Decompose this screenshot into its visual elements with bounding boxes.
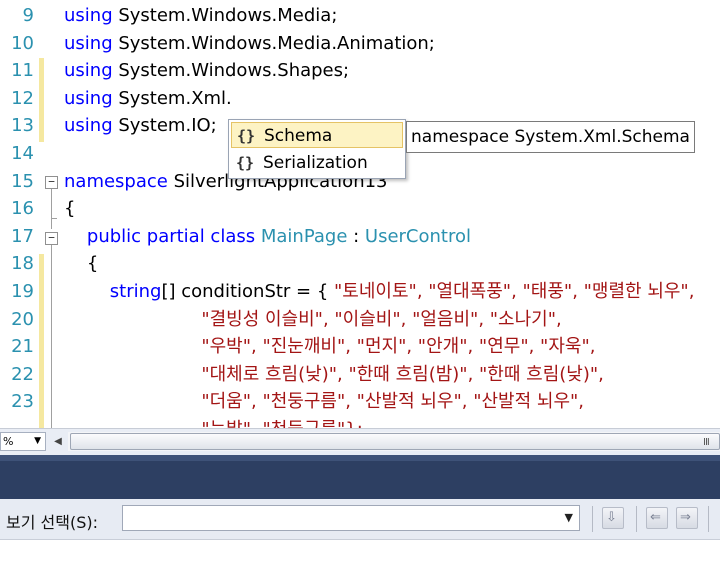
panel-divider[interactable] — [0, 455, 720, 461]
code-token: System.IO; — [112, 115, 217, 137]
code-line[interactable]: { — [64, 195, 75, 223]
scroll-left-icon[interactable]: ◀ — [52, 435, 64, 449]
horizontal-scrollbar-row: % ▼ ◀ III — [0, 428, 720, 455]
code-line[interactable]: { — [64, 250, 98, 278]
code-token: System.Xml. — [112, 87, 232, 109]
code-line[interactable]: using System.IO; — [64, 112, 217, 140]
line-number: 12 — [11, 87, 34, 109]
change-indicator — [39, 58, 44, 142]
line-number: 18 — [11, 253, 34, 275]
code-token: "눈발", "천둥구름"}; — [64, 419, 362, 428]
code-token: System.Windows.Shapes; — [112, 60, 350, 82]
completion-item-serialization[interactable]: {} Serialization — [231, 150, 403, 176]
zoom-dropdown[interactable]: % ▼ — [0, 432, 46, 451]
output-panel-header — [0, 455, 720, 499]
collapse-namespace-icon[interactable]: − — [45, 176, 58, 189]
chevron-down-icon: ▼ — [34, 436, 41, 446]
line-number: 14 — [11, 143, 34, 164]
code-token: "토네이토", "열대폭풍", "태풍", "맹렬한 뇌우", — [334, 281, 695, 302]
code-token: public partial class — [64, 225, 261, 247]
code-token: System.Windows.Media.Animation; — [112, 32, 435, 54]
completion-item-label: Schema — [264, 126, 333, 146]
code-editor[interactable]: − − 9 using System.Windows.Media; 10 using … — [0, 0, 720, 428]
completion-item-label: Serialization — [263, 153, 368, 173]
code-line[interactable]: "우박", "진눈깨비", "먼지", "안개", "연무", "자욱", — [64, 333, 595, 361]
line-number: 20 — [11, 308, 34, 330]
code-token: { — [64, 198, 76, 220]
code-line[interactable]: "더움", "천둥구름", "산발적 뇌우", "산발적 뇌우", — [64, 388, 584, 416]
code-token: using — [64, 87, 113, 109]
outline-guide — [51, 245, 52, 428]
intellisense-popup: {} Schema {} Serialization — [228, 119, 406, 179]
toolbar-separator — [636, 506, 637, 532]
arrow-right-icon: ⇒ — [680, 510, 691, 525]
go-previous-button[interactable]: ⇐ — [646, 507, 668, 529]
code-token: "결빙성 이슬비", "이슬비", "얼음비", "소나기", — [64, 308, 562, 330]
line-number: 11 — [11, 60, 34, 82]
line-number: 15 — [11, 170, 34, 192]
code-token: "우박", "진눈깨비", "먼지", "안개", "연무", "자욱", — [64, 336, 596, 358]
outline-guide — [51, 189, 52, 229]
zoom-value: % — [3, 435, 14, 448]
find-icon: ⇩ — [606, 510, 617, 525]
collapse-class-icon[interactable]: − — [45, 232, 58, 245]
code-token: "더움", "천둥구름", "산발적 뇌우", "산발적 뇌우", — [64, 391, 585, 413]
line-number: 21 — [11, 336, 34, 358]
code-token: using — [64, 60, 113, 82]
code-line[interactable]: using System.Windows.Media; — [64, 2, 337, 30]
arrow-left-icon: ⇐ — [650, 510, 661, 525]
namespace-icon: {} — [236, 154, 255, 172]
outline-guide — [51, 218, 57, 219]
output-toolbar: 보기 선택(S): ▼ ⇩ ⇐ ⇒ — [0, 499, 720, 540]
toolbar-separator — [708, 506, 709, 532]
code-token: System.Windows.Media; — [112, 5, 338, 26]
chevron-down-icon: ▼ — [564, 511, 573, 524]
find-message-button[interactable]: ⇩ — [602, 507, 624, 529]
code-token: : — [347, 225, 365, 247]
code-token: UserControl — [364, 225, 471, 247]
line-number: 17 — [11, 225, 34, 247]
code-line[interactable]: using System.Windows.Shapes; — [64, 57, 349, 85]
code-token: MainPage — [260, 225, 348, 247]
grip-icon: III — [703, 437, 710, 448]
code-token: namespace — [64, 170, 168, 192]
line-number: 23 — [11, 391, 34, 413]
code-token: using — [64, 115, 113, 137]
code-line[interactable]: "결빙성 이슬비", "이슬비", "얼음비", "소나기", — [64, 306, 562, 334]
toolbar-separator — [592, 506, 593, 532]
line-number: 10 — [11, 32, 34, 54]
quickinfo-tooltip: namespace System.Xml.Schema — [406, 121, 695, 153]
code-line[interactable]: public partial class MainPage : UserCont… — [64, 223, 471, 251]
code-token: "대체로 흐림(낮)", "한때 흐림(밤)", "한때 흐림(낮)", — [64, 363, 604, 385]
code-line[interactable]: using System.Xml. — [64, 85, 232, 113]
code-line[interactable]: "대체로 흐림(낮)", "한때 흐림(밤)", "한때 흐림(낮)", — [64, 361, 604, 389]
change-indicator — [39, 254, 44, 428]
namespace-icon: {} — [237, 127, 256, 145]
code-line[interactable]: using System.Windows.Media.Animation; — [64, 30, 435, 58]
code-line[interactable]: string[] conditionStr = { "토네이토", "열대폭풍"… — [64, 278, 695, 306]
line-number: 13 — [11, 115, 34, 137]
output-source-select[interactable]: ▼ — [122, 505, 580, 531]
code-token: using — [64, 32, 113, 54]
code-token: string — [64, 281, 162, 302]
code-token: { — [64, 253, 99, 275]
line-number: 22 — [11, 363, 34, 385]
code-token: using — [64, 5, 113, 26]
completion-item-schema[interactable]: {} Schema — [231, 122, 403, 148]
line-number: 19 — [11, 281, 34, 302]
scroll-thumb[interactable]: III — [70, 433, 720, 450]
go-next-button[interactable]: ⇒ — [676, 507, 698, 529]
code-token: [] conditionStr = { — [161, 281, 335, 302]
show-output-label: 보기 선택(S): — [6, 513, 98, 532]
line-number: 16 — [11, 198, 34, 220]
line-number: 9 — [22, 5, 34, 26]
code-line[interactable]: "눈발", "천둥구름"}; — [64, 416, 362, 428]
